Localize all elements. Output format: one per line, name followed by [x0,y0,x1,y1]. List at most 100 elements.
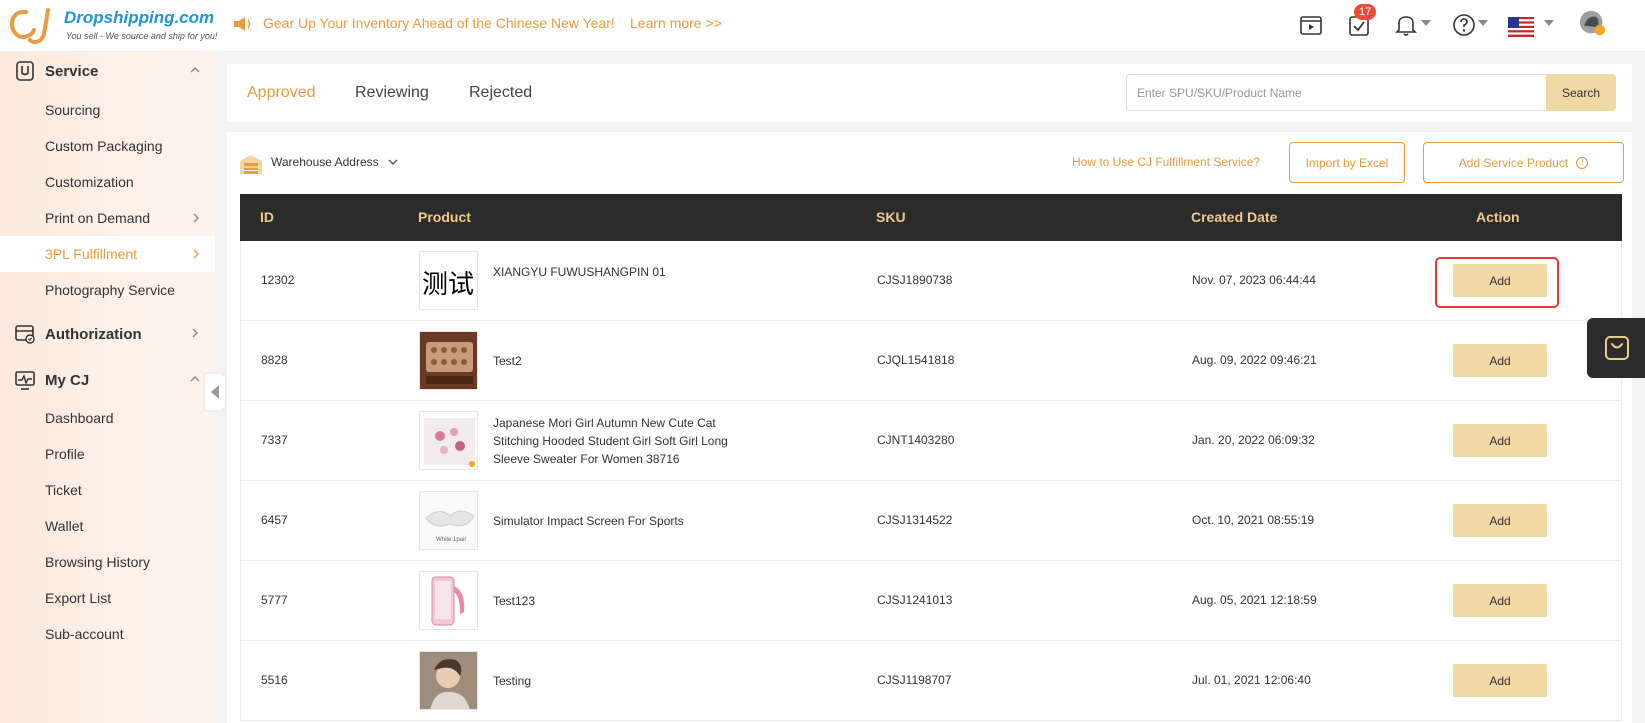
sidebar-item-label: Sourcing [45,102,101,118]
sidebar-section-label: Authorization [45,326,142,343]
bell-icon[interactable] [1394,12,1418,38]
cj-logo-icon [9,8,50,44]
row-created-date: Jan. 20, 2022 06:09:32 [1192,433,1315,447]
table-row: 12302 测试 XIANGYU FUWUSHANGPIN 01 CJSJ189… [240,241,1622,321]
sidebar-item-label: Wallet [45,518,84,534]
chevron-right-icon[interactable] [189,327,201,339]
sidebar-item-label: Photography Service [45,282,175,298]
sidebar-item-browsing-history[interactable]: Browsing History [0,544,215,580]
service-product-panel: Warehouse Address How to Use CJ Fulfillm… [227,132,1632,723]
sidebar-item-sourcing[interactable]: Sourcing [0,92,215,128]
product-name[interactable]: XIANGYU FUWUSHANGPIN 01 [493,263,763,281]
sidebar-item-ticket[interactable]: Ticket [0,472,215,508]
table-row: 7337 Japanese Mori Girl Autumn New Cute … [240,401,1622,481]
tab-reviewing[interactable]: Reviewing [355,84,429,102]
row-sku: CJSJ1314522 [877,513,953,527]
sidebar-section-my-cj[interactable]: My CJ [0,363,215,397]
mycj-icon [15,371,35,390]
row-created-date: Jul. 01, 2021 12:06:40 [1192,673,1311,687]
sidebar-item-export-list[interactable]: Export List [0,580,215,616]
column-header-sku: SKU [876,209,906,225]
row-created-date: Aug. 09, 2022 09:46:21 [1192,353,1317,367]
row-id: 5516 [261,673,288,687]
sidebar-item-label: Custom Packaging [45,138,163,154]
sidebar-item-label: Ticket [45,482,82,498]
avatar[interactable] [1577,10,1607,36]
sidebar-item-3pl-fulfillment[interactable]: 3PL Fulfillment [0,236,215,272]
search-input[interactable] [1126,74,1546,111]
logo-tagline: You sell - We source and ship for you! [66,31,218,41]
top-bar: Dropshipping.com You sell - We source an… [0,0,1645,52]
sidebar-item-custom-packaging[interactable]: Custom Packaging [0,128,215,164]
search-button[interactable]: Search [1546,74,1616,111]
table-row: 6457 White 1pair Simulator Impact Screen… [240,481,1622,561]
language-caret-icon[interactable] [1544,20,1554,26]
us-flag-icon[interactable] [1508,14,1534,40]
chevron-down-icon[interactable] [387,156,399,168]
product-thumbnail[interactable] [419,411,478,470]
product-thumbnail[interactable] [419,651,478,710]
product-image [420,572,477,629]
import-button-label: Import by Excel [1305,155,1389,170]
row-sku: CJNT1403280 [877,433,955,447]
sidebar-item-label: Customization [45,174,134,190]
tab-approved[interactable]: Approved [247,84,316,102]
column-header-id: ID [260,209,274,225]
row-id: 6457 [261,513,288,527]
row-id: 12302 [261,273,295,287]
logo-brand-text: Dropshipping.com [64,8,215,27]
chevron-up-icon[interactable] [189,373,201,385]
table-row: 5777 Test123 CJSJ1241013 Aug. 05, 2021 1… [240,561,1622,641]
add-service-product-button[interactable]: Add Service Product! [1423,142,1624,183]
sidebar-item-sub-account[interactable]: Sub-account [0,616,215,652]
sidebar-item-dashboard[interactable]: Dashboard [0,400,215,436]
import-by-excel-button[interactable]: Import by Excel [1289,142,1405,183]
product-name[interactable]: Testing [493,672,763,690]
product-thumbnail[interactable] [419,571,478,630]
floating-cart-button[interactable] [1587,318,1645,378]
learn-more-link[interactable]: Learn more >> [630,15,722,31]
help-caret-icon[interactable] [1478,20,1488,26]
row-created-date: Oct. 10, 2021 08:55:19 [1192,513,1315,527]
shopping-bag-icon [1605,336,1629,360]
product-name[interactable]: Simulator Impact Screen For Sports [493,512,763,530]
add-button[interactable]: Add [1453,424,1547,457]
bell-caret-icon[interactable] [1421,20,1431,26]
table-row: 8828 Test2 CJQL1541818 Aug. 09, 2022 09:… [240,321,1622,401]
add-button[interactable]: Add [1453,664,1547,697]
sidebar-item-label: Dashboard [45,410,114,426]
sidebar-item-photography-service[interactable]: Photography Service [0,272,215,308]
howto-fulfillment-link[interactable]: How to Use CJ Fulfillment Service? [1072,155,1260,169]
row-sku: CJSJ1198707 [877,673,952,687]
row-created-date: Nov. 07, 2023 06:44:44 [1192,273,1316,287]
sidebar-item-customization[interactable]: Customization [0,164,215,200]
sidebar-item-print-on-demand[interactable]: Print on Demand [0,200,215,236]
product-name[interactable]: Japanese Mori Girl Autumn New Cute Cat S… [493,414,763,468]
warehouse-address-dropdown[interactable]: Warehouse Address [271,155,379,169]
product-thumbnail[interactable] [419,331,478,390]
sidebar-collapse-handle[interactable] [205,374,225,410]
chevron-up-icon[interactable] [189,64,201,76]
add-button[interactable]: Add [1453,344,1547,377]
sidebar-section-service[interactable]: Service [0,54,215,88]
sidebar-item-wallet[interactable]: Wallet [0,508,215,544]
sidebar-item-profile[interactable]: Profile [0,436,215,472]
sidebar-section-authorization[interactable]: Authorization [0,317,215,351]
product-thumbnail[interactable]: White 1pair [419,491,478,550]
tab-rejected[interactable]: Rejected [469,84,532,102]
help-icon[interactable] [1452,12,1476,38]
product-name[interactable]: Test123 [493,592,763,610]
product-image [420,652,477,709]
chevron-right-icon [193,249,199,259]
product-name[interactable]: Test2 [493,352,763,370]
product-thumbnail[interactable]: 测试 [419,251,478,310]
warehouse-icon [240,155,262,174]
logo[interactable]: Dropshipping.com You sell - We source an… [4,4,218,46]
add-button[interactable]: Add [1453,584,1547,617]
sidebar-item-label: Print on Demand [45,210,151,226]
table-header: ID Product SKU Created Date Action [240,194,1622,241]
add-button[interactable]: Add [1453,264,1547,297]
add-button[interactable]: Add [1453,504,1547,537]
column-header-action: Action [1476,209,1520,225]
video-icon[interactable] [1299,12,1323,38]
